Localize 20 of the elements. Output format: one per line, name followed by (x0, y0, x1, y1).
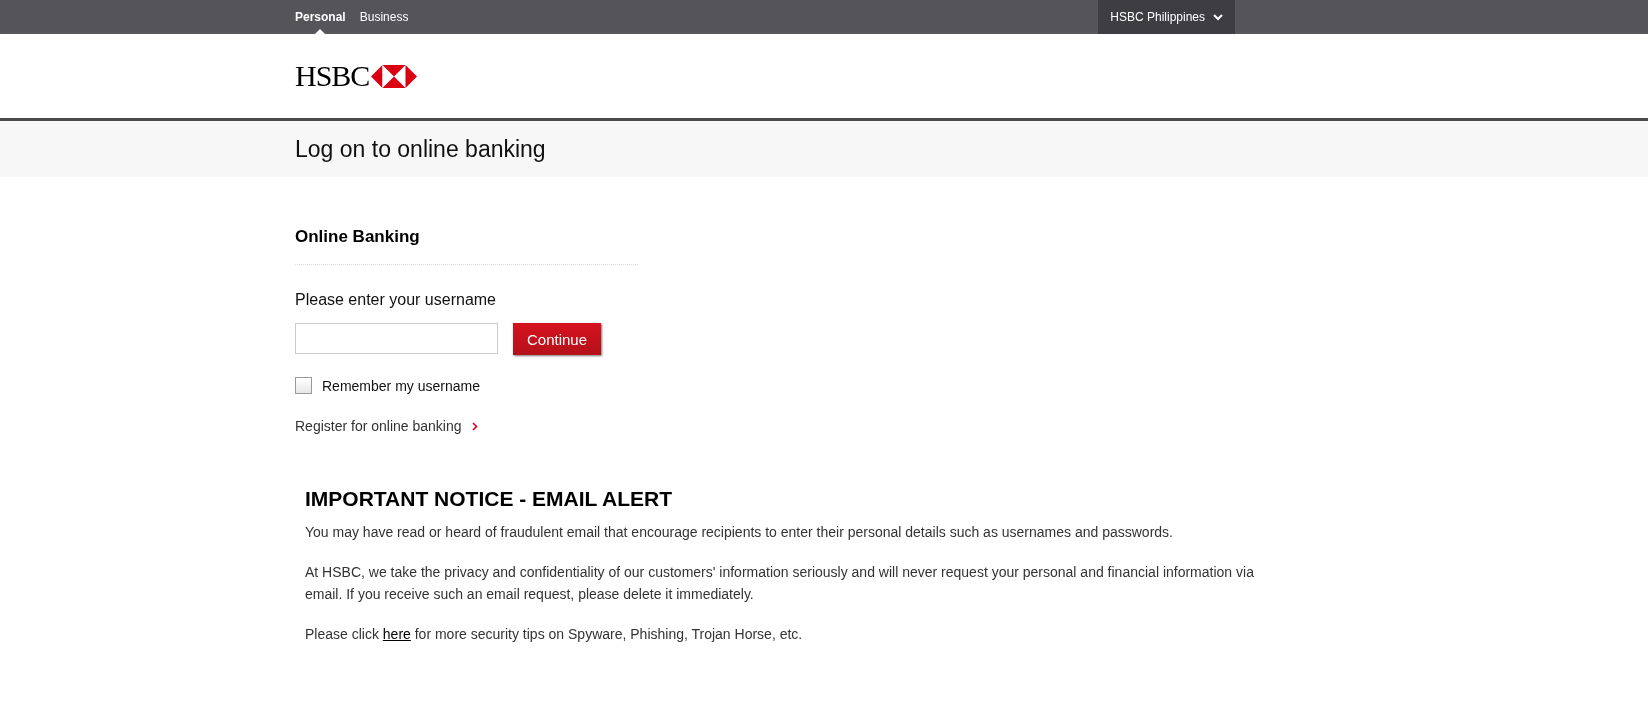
nav-tab[interactable]: Business (359, 0, 409, 34)
username-field[interactable] (295, 323, 498, 354)
logo-text: HSBC (295, 59, 370, 93)
page-title: Log on to online banking (295, 135, 546, 163)
section-heading: Online Banking (295, 227, 638, 265)
notice-heading: IMPORTANT NOTICE - EMAIL ALERT (305, 487, 674, 511)
hexagon-logo-icon (371, 64, 418, 88)
remember-label: Remember my username (322, 377, 480, 394)
chevron-down-icon (1213, 13, 1223, 21)
notice-paragraph: At HSBC, we take the privacy and confidentiality of our customers' information seriously and will never request your personal and financial information via email. If you receive such an email request, please delete it immediately. (305, 563, 1255, 604)
remember-checkbox[interactable] (295, 377, 312, 394)
chevron-right-icon (471, 421, 478, 431)
region-selector[interactable]: HSBC Philippines (1098, 0, 1235, 34)
username-label: Please enter your username (295, 291, 497, 309)
nav-tab[interactable]: Personal (295, 0, 346, 34)
notice-paragraph: Please click here for more security tips on Spyware, Phishing, Trojan Horse, etc. (305, 625, 804, 644)
here-link[interactable]: here (382, 626, 411, 642)
register-link[interactable]: Register for online banking (295, 418, 478, 434)
continue-button[interactable]: Continue (513, 323, 601, 355)
notice-paragraph: You may have read or heard of fraudulent email that encourage recipients to enter their personal details such as usernames and passwords. (305, 523, 1174, 542)
